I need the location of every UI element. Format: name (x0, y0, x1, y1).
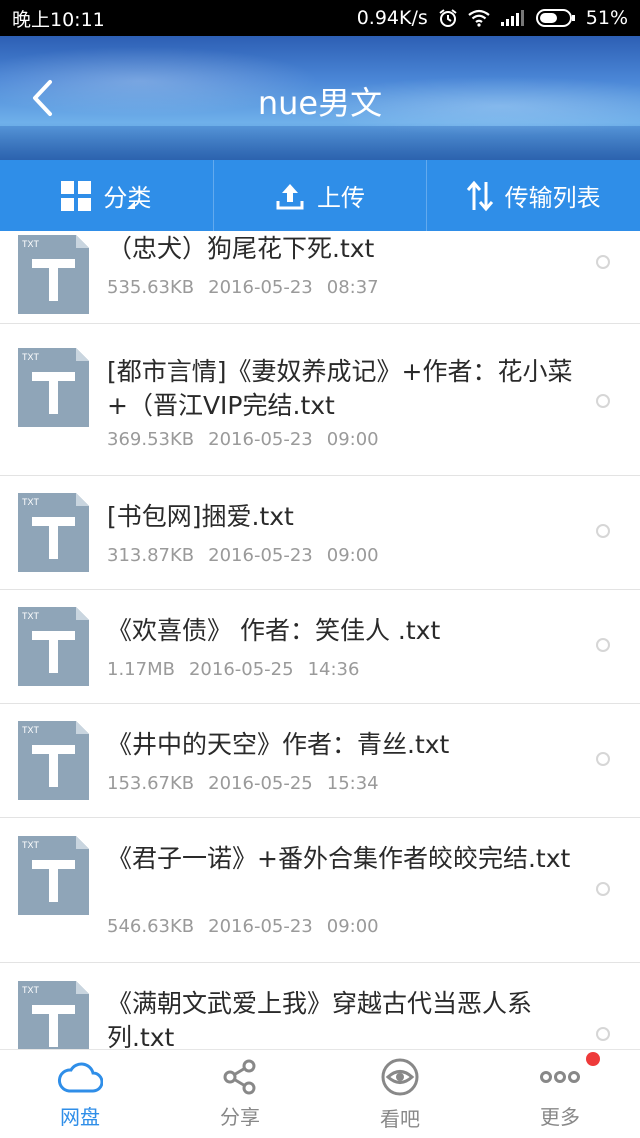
status-time: 晚上10:11 (12, 8, 105, 31)
network-speed: 0.94K/s (356, 7, 428, 29)
select-radio[interactable] (596, 1027, 610, 1041)
nav-label: 更多 (540, 1104, 580, 1129)
list-item[interactable]: TXT 《井中的天空》作者：青丝.txt 153.67KB 2016-05-25 1… (0, 704, 640, 818)
txt-file-icon: TXT (18, 348, 89, 427)
file-date: 2016-05-23 (208, 916, 313, 937)
svg-text:TXT: TXT (22, 352, 40, 362)
nav-label: 分享 (220, 1104, 260, 1129)
file-name: 《井中的天空》作者：青丝.txt (107, 730, 450, 759)
svg-text:TXT: TXT (22, 985, 40, 995)
file-time: 08:37 (326, 277, 379, 298)
nav-label: 看吧 (380, 1106, 420, 1131)
list-item[interactable]: TXT [都市言情]《妻奴养成记》+作者：花小菜+（晋江VIP完结.txt 36… (0, 324, 640, 476)
upload-label: 上传 (317, 184, 365, 212)
nav-label: 网盘 (60, 1104, 100, 1129)
header: nue男文 (0, 36, 640, 160)
signal-icon (500, 10, 526, 26)
file-time: 09:00 (326, 545, 379, 566)
file-name: [都市言情]《妻奴养成记》+作者：花小菜+（晋江VIP完结.txt (107, 357, 573, 420)
list-item[interactable]: TXT 《满朝文武爱上我》穿越古代当恶人系列.txt (0, 963, 640, 1049)
battery-level: 51% (585, 7, 628, 29)
nav-item-cloud-drive[interactable]: 网盘 (0, 1050, 160, 1138)
file-meta: 153.67KB 2016-05-25 15:34 (107, 773, 379, 794)
file-time: 14:36 (307, 659, 360, 680)
file-size: 369.53KB (107, 429, 195, 450)
file-date: 2016-05-23 (208, 277, 313, 298)
status-bar: 晚上10:11 0.94K/s 51% (0, 0, 640, 36)
select-radio[interactable] (596, 882, 610, 896)
action-toolbar: 分类 上传 传输列表 (0, 160, 640, 231)
notification-badge (586, 1052, 600, 1066)
file-size: 546.63KB (107, 916, 195, 937)
share-icon (223, 1059, 256, 1094)
battery-icon (535, 9, 576, 27)
cloud-icon (57, 1062, 103, 1092)
svg-text:TXT: TXT (22, 611, 40, 621)
file-time: 09:00 (326, 429, 379, 450)
select-radio[interactable] (596, 752, 610, 766)
file-size: 1.17MB (107, 659, 175, 680)
nav-item-view[interactable]: 看吧 (320, 1050, 480, 1138)
file-size: 535.63KB (107, 277, 195, 298)
file-meta: 313.87KB 2016-05-23 09:00 (107, 545, 379, 566)
file-name: 《满朝文武爱上我》穿越古代当恶人系列.txt (107, 989, 533, 1049)
file-date: 2016-05-23 (208, 429, 313, 450)
wifi-icon (468, 9, 490, 27)
file-meta: 535.63KB 2016-05-23 08:37 (107, 277, 379, 298)
category-button[interactable]: 分类 (0, 160, 213, 231)
list-item[interactable]: TXT 《欢喜债》 作者：笑佳人 .txt 1.17MB 2016-05-25 14… (0, 590, 640, 704)
txt-file-icon: TXT (18, 235, 89, 314)
upload-button[interactable]: 上传 (212, 160, 427, 231)
txt-file-icon: TXT (18, 607, 89, 686)
list-item[interactable]: TXT [书包网]捆爱.txt 313.87KB 2016-05-23 09:00 (0, 476, 640, 590)
transfer-icon (466, 180, 493, 211)
svg-text:TXT: TXT (22, 725, 40, 735)
file-time: 15:34 (326, 773, 379, 794)
nav-item-share[interactable]: 分享 (160, 1050, 320, 1138)
svg-text:TXT: TXT (22, 239, 40, 249)
upload-icon (276, 183, 304, 209)
bottom-nav: 网盘 分享 看吧 更多 (0, 1049, 640, 1138)
txt-file-icon: TXT (18, 493, 89, 572)
file-name: 《君子一诺》+番外合集作者皎皎完结.txt (107, 844, 571, 873)
alarm-icon (438, 8, 458, 28)
txt-file-icon: TXT (18, 981, 89, 1049)
file-name: [书包网]捆爱.txt (107, 502, 294, 531)
category-label: 分类 (103, 184, 152, 212)
file-meta: 546.63KB 2016-05-23 09:00 (107, 916, 379, 937)
svg-text:TXT: TXT (22, 497, 40, 507)
file-time: 09:00 (326, 916, 379, 937)
file-size: 313.87KB (107, 545, 195, 566)
select-radio[interactable] (596, 255, 610, 269)
txt-file-icon: TXT (18, 721, 89, 800)
file-meta: 369.53KB 2016-05-23 09:00 (107, 429, 379, 450)
select-radio[interactable] (596, 394, 610, 408)
nav-item-more[interactable]: 更多 (480, 1050, 640, 1138)
list-item[interactable]: TXT （忠犬）狗尾花下死.txt 535.63KB 2016-05-23 08:3… (0, 231, 640, 324)
eye-icon (381, 1058, 419, 1095)
transfer-list-button[interactable]: 传输列表 (426, 160, 640, 231)
file-size: 153.67KB (107, 773, 195, 794)
file-name: 《欢喜债》 作者：笑佳人 .txt (107, 616, 441, 645)
file-list: TXT （忠犬）狗尾花下死.txt 535.63KB 2016-05-23 08:3… (0, 231, 640, 1049)
file-meta: 1.17MB 2016-05-25 14:36 (107, 659, 359, 680)
txt-file-icon: TXT (18, 836, 89, 915)
file-date: 2016-05-25 (188, 659, 294, 680)
file-date: 2016-05-23 (208, 545, 313, 566)
select-radio[interactable] (596, 524, 610, 538)
transfer-label: 传输列表 (504, 184, 601, 212)
page-title: nue男文 (257, 84, 383, 122)
svg-text:TXT: TXT (22, 840, 40, 850)
select-radio[interactable] (596, 638, 610, 652)
list-item[interactable]: TXT 《君子一诺》+番外合集作者皎皎完结.txt 546.63KB 2016-0… (0, 818, 640, 963)
file-date: 2016-05-25 (208, 773, 313, 794)
status-indicators: 0.94K/s 51% (357, 7, 628, 29)
file-name: （忠犬）狗尾花下死.txt (107, 234, 375, 263)
more-icon (540, 1070, 580, 1083)
grid-icon (61, 180, 92, 211)
